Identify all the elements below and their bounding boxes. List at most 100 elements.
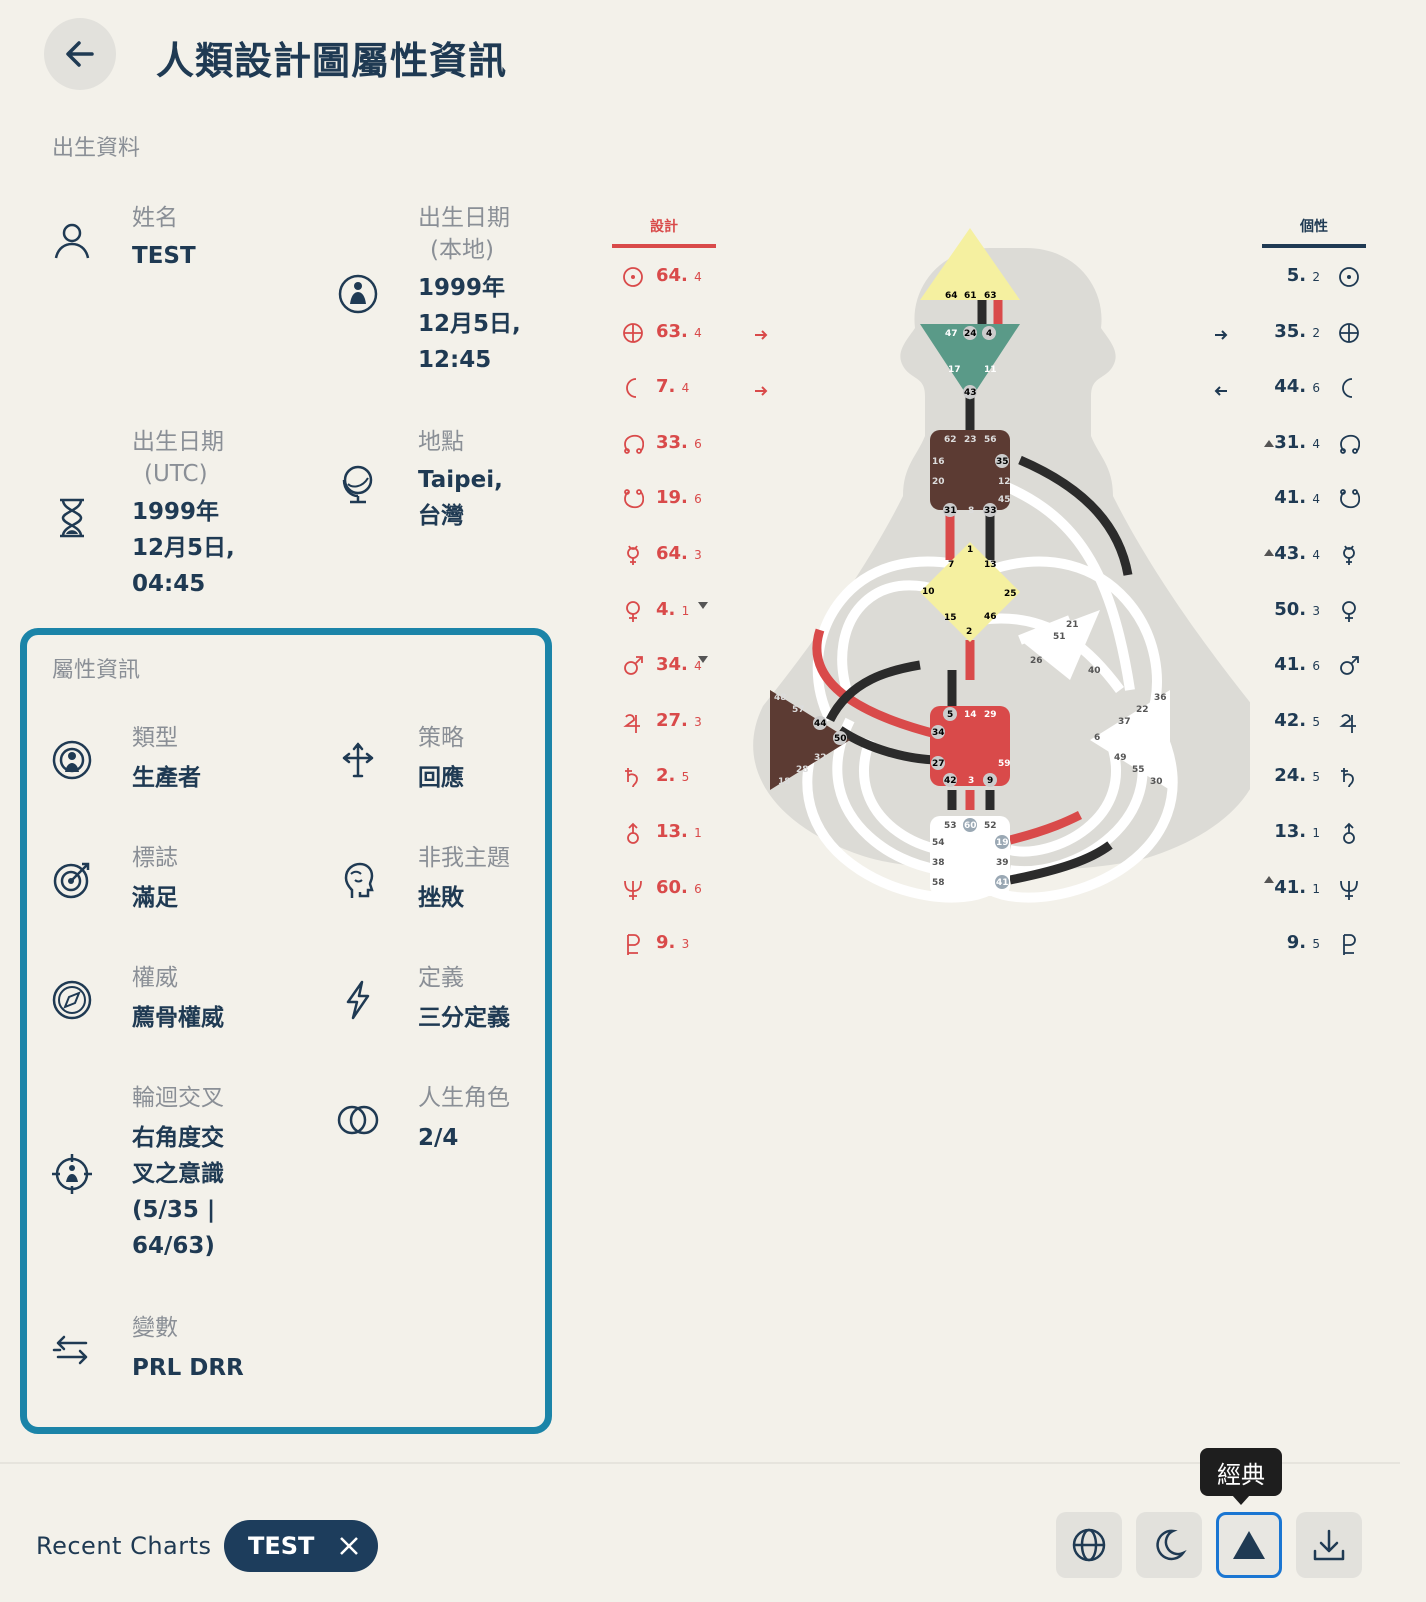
place-country: 台灣 bbox=[418, 503, 464, 529]
download-icon bbox=[1313, 1529, 1345, 1561]
not-self-info: 非我主題 挫敗 bbox=[418, 842, 510, 916]
recent-chart-chip[interactable]: TEST bbox=[224, 1520, 378, 1572]
local-date-year: 1999年 bbox=[418, 275, 506, 301]
gate-label: 48 bbox=[774, 693, 787, 703]
gate-label: 20 bbox=[932, 477, 945, 487]
design-gate: 2. 5 bbox=[656, 765, 690, 787]
personality-gate: 9. 5 bbox=[1286, 932, 1320, 954]
type-value: 生產者 bbox=[132, 765, 201, 791]
personality-planet-row: 9. 5 bbox=[1240, 931, 1360, 956]
design-gate: 27. 3 bbox=[656, 709, 702, 731]
compass-icon bbox=[50, 978, 94, 1022]
personality-planet-row: 41. 1 bbox=[1240, 876, 1360, 900]
triangle-down-icon bbox=[698, 602, 708, 609]
gate-label: 44 bbox=[814, 719, 827, 729]
moon-icon bbox=[622, 377, 644, 399]
gate-label: 31 bbox=[944, 506, 957, 516]
utc-date-day: 12月5日, bbox=[132, 535, 235, 561]
pluto-icon bbox=[622, 933, 644, 956]
type-icon bbox=[50, 738, 94, 782]
moon-icon bbox=[1338, 377, 1360, 399]
utc-date-time: 04:45 bbox=[132, 571, 206, 597]
south-node-icon bbox=[622, 488, 645, 510]
download-button[interactable] bbox=[1296, 1512, 1362, 1578]
profile-info: 人生角色 2/4 bbox=[418, 1082, 510, 1156]
personality-gate: 31. 4 bbox=[1274, 431, 1320, 453]
place-label: 地點 bbox=[418, 429, 464, 455]
earth-icon bbox=[1338, 322, 1360, 344]
gate-label: 10 bbox=[922, 587, 935, 597]
personality-planet-row: 43. 4 bbox=[1240, 542, 1360, 566]
gate-label: 41 bbox=[996, 878, 1009, 888]
utc-date-year: 1999年 bbox=[132, 499, 220, 525]
personality-planet-row: 44. 6 bbox=[1240, 375, 1360, 399]
gate-label: 33 bbox=[984, 506, 997, 516]
sun-icon bbox=[622, 266, 644, 288]
design-gate: 64. 3 bbox=[656, 543, 702, 564]
back-button[interactable] bbox=[44, 18, 116, 90]
uranus-icon bbox=[622, 822, 644, 844]
gate-label: 29 bbox=[984, 710, 997, 720]
personality-gate: 43. 4 bbox=[1274, 543, 1320, 564]
personality-planet-row: 35. 2 bbox=[1240, 320, 1360, 344]
gate-label: 15 bbox=[944, 613, 957, 623]
gate-label: 26 bbox=[1030, 656, 1043, 666]
globe-icon bbox=[1072, 1528, 1106, 1562]
south-node-icon bbox=[1338, 488, 1361, 510]
local-date-sublabel: (本地) bbox=[430, 237, 494, 263]
head-icon bbox=[336, 858, 380, 902]
gate-label: 36 bbox=[1154, 693, 1167, 703]
place-info: 地點 Taipei, 台灣 bbox=[418, 426, 503, 534]
gate-label: 63 bbox=[984, 291, 997, 301]
hourglass-icon bbox=[50, 496, 94, 540]
personality-gate: 41. 4 bbox=[1274, 487, 1320, 509]
gate-label: 17 bbox=[948, 365, 961, 375]
variable-arrows-icon bbox=[50, 1328, 94, 1372]
authority-value: 薦骨權威 bbox=[132, 1005, 224, 1031]
moon-icon bbox=[1156, 1529, 1187, 1561]
gate-label: 13 bbox=[984, 560, 997, 570]
gate-label: 34 bbox=[932, 728, 945, 738]
language-button[interactable] bbox=[1056, 1512, 1122, 1578]
design-gate: 7. 4 bbox=[656, 376, 690, 398]
definition-info: 定義 三分定義 bbox=[418, 962, 510, 1036]
variable-label: 變數 bbox=[132, 1315, 178, 1341]
personality-gate: 42. 5 bbox=[1274, 709, 1320, 731]
gate-label: 8 bbox=[968, 506, 974, 516]
gate-label: 49 bbox=[1114, 753, 1127, 763]
venus-icon bbox=[622, 600, 644, 622]
gate-label: 16 bbox=[932, 457, 945, 467]
personality-gate: 44. 6 bbox=[1274, 376, 1320, 398]
gate-label: 52 bbox=[984, 821, 997, 831]
authority-info: 權威 薦骨權威 bbox=[132, 962, 224, 1036]
gate-label: 54 bbox=[932, 838, 945, 848]
personality-planet-row: 24. 5 bbox=[1240, 764, 1360, 788]
mars-icon bbox=[622, 655, 644, 677]
design-gate: 13. 1 bbox=[656, 821, 702, 842]
lightning-icon bbox=[336, 978, 380, 1022]
cross-value-4: 64/63) bbox=[132, 1233, 215, 1259]
tooltip-arrow bbox=[1232, 1495, 1250, 1505]
cross-label: 輪迴交叉 bbox=[132, 1085, 224, 1111]
gate-label: 7 bbox=[948, 560, 954, 570]
type-info: 類型 生產者 bbox=[132, 722, 201, 796]
birth-local-icon bbox=[336, 272, 380, 316]
gate-label: 1 bbox=[967, 545, 973, 555]
gate-label: 35 bbox=[996, 457, 1009, 467]
name-label: 姓名 bbox=[132, 205, 178, 231]
personality-planet-row: 13. 1 bbox=[1240, 820, 1360, 844]
jupiter-icon bbox=[622, 711, 644, 733]
dark-mode-button[interactable] bbox=[1136, 1512, 1202, 1578]
gate-label: 40 bbox=[1088, 666, 1101, 676]
utc-date-sublabel: (UTC) bbox=[144, 461, 208, 487]
gate-label: 46 bbox=[984, 612, 997, 622]
gate-label: 45 bbox=[998, 495, 1011, 505]
triangle-icon bbox=[1233, 1531, 1265, 1559]
classic-view-button[interactable] bbox=[1216, 1512, 1282, 1578]
gate-label: 5 bbox=[947, 710, 953, 720]
saturn-icon bbox=[1338, 766, 1360, 788]
mercury-icon bbox=[1338, 544, 1360, 566]
saturn-icon bbox=[622, 766, 644, 788]
personality-planet-row: 41. 4 bbox=[1240, 486, 1361, 510]
close-icon[interactable] bbox=[336, 1533, 362, 1559]
